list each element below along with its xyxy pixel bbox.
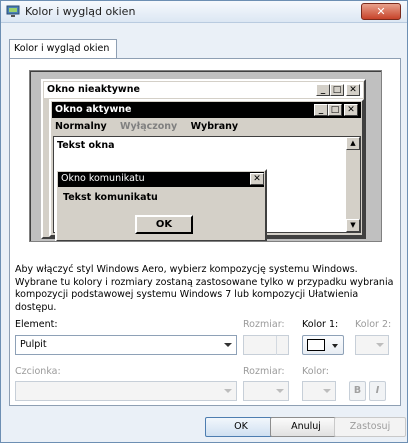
spin-arrows-icon xyxy=(276,336,288,355)
preview-menu-bar: Normalny Wyłączony Wybrany xyxy=(55,121,248,132)
chevron-down-icon xyxy=(332,344,338,348)
message-ok-button[interactable]: OK xyxy=(135,215,193,234)
close-window-button[interactable]: ✕ xyxy=(361,3,401,20)
chevron-down-icon xyxy=(276,389,284,393)
window-text: Tekst okna xyxy=(57,140,115,151)
font-select[interactable] xyxy=(15,381,237,401)
bold-button[interactable]: B xyxy=(349,381,366,401)
size-label: Rozmiar: xyxy=(243,319,285,330)
menu-normal[interactable]: Normalny xyxy=(55,121,107,132)
message-text: Tekst komunikatu xyxy=(63,192,158,203)
message-box-caption[interactable]: Okno komunikatu xyxy=(58,172,264,187)
message-box-title: Okno komunikatu xyxy=(61,173,145,184)
color1-label: Kolor 1: xyxy=(302,319,339,330)
italic-button[interactable]: I xyxy=(369,381,386,401)
preview-scrollbar[interactable]: ▲ ▼ xyxy=(346,137,360,232)
ok-button[interactable]: OK xyxy=(205,417,277,437)
active-maximize-icon: □ xyxy=(328,104,342,116)
tab-window-color[interactable]: Kolor i wygląd okien xyxy=(9,39,117,59)
tab-panel: Okno nieaktywne _ □ ✕ Okno aktywne _ □ ✕… xyxy=(9,58,401,406)
active-minimize-icon: _ xyxy=(314,104,328,116)
color1-swatch xyxy=(307,339,325,351)
font-color-picker-button[interactable] xyxy=(302,381,336,401)
preview-message-box[interactable]: Okno komunikatu ✕ Tekst komunikatu OK xyxy=(55,169,267,241)
scroll-down-icon: ▼ xyxy=(346,219,360,232)
apply-button[interactable]: Zastosuj xyxy=(334,417,406,437)
appearance-preview[interactable]: Okno nieaktywne _ □ ✕ Okno aktywne _ □ ✕… xyxy=(29,70,382,242)
cancel-button[interactable]: Anuluj xyxy=(270,417,342,437)
message-close-icon: ✕ xyxy=(250,173,264,185)
chevron-down-icon xyxy=(224,343,232,347)
font-size-label: Rozmiar: xyxy=(243,366,285,377)
window-title: Kolor i wygląd okien xyxy=(25,5,136,18)
font-size-select[interactable] xyxy=(243,381,289,401)
chevron-down-icon xyxy=(323,389,331,393)
inactive-window-title: Okno nieaktywne xyxy=(47,84,140,95)
color2-picker-button[interactable] xyxy=(355,335,389,355)
font-color-label: Kolor: xyxy=(302,366,329,377)
menu-selected[interactable]: Wybrany xyxy=(191,121,239,132)
display-settings-icon xyxy=(6,5,20,17)
inactive-maximize-icon: □ xyxy=(330,84,344,96)
element-select-value: Pulpit xyxy=(20,339,47,350)
element-select[interactable]: Pulpit xyxy=(15,335,237,355)
color2-label: Kolor 2: xyxy=(355,319,392,330)
title-bar[interactable]: Kolor i wygląd okien ✕ xyxy=(1,1,407,23)
size-stepper[interactable] xyxy=(243,335,289,355)
element-label: Element: xyxy=(15,319,58,330)
chevron-down-icon xyxy=(224,389,232,393)
active-window-title: Okno aktywne xyxy=(55,104,132,115)
inactive-minimize-icon: _ xyxy=(316,84,330,96)
inactive-close-icon: ✕ xyxy=(346,84,360,96)
color1-picker-button[interactable] xyxy=(302,335,344,355)
aero-description: Aby włączyć styl Windows Aero, wybierz k… xyxy=(15,264,394,313)
active-close-icon: ✕ xyxy=(344,104,358,116)
scroll-up-icon: ▲ xyxy=(346,137,360,150)
menu-disabled[interactable]: Wyłączony xyxy=(120,121,177,132)
chevron-down-icon xyxy=(376,343,384,347)
font-label: Czcionka: xyxy=(15,366,61,377)
dialog-window: Kolor i wygląd okien ✕ Kolor i wygląd ok… xyxy=(0,0,408,443)
